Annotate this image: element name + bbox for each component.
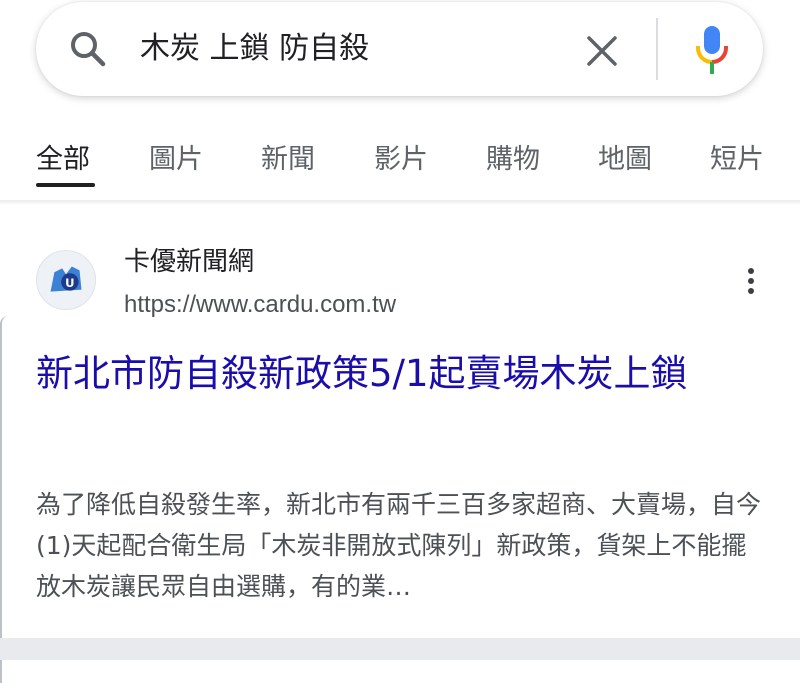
tab-news[interactable]: 新聞 — [261, 140, 315, 180]
search-divider — [656, 18, 658, 80]
result-separator — [0, 638, 800, 660]
active-tab-indicator — [36, 183, 95, 187]
tab-shorts[interactable]: 短片 — [710, 140, 764, 180]
tab-videos[interactable]: 影片 — [374, 140, 428, 180]
result-snippet: 為了降低自殺發生率，新北市有兩千三百多家超商、大賣場，自今(1)天起配合衛生局「… — [36, 490, 762, 601]
close-icon[interactable] — [580, 29, 624, 73]
tab-images[interactable]: 圖片 — [149, 140, 203, 180]
tab-shopping[interactable]: 購物 — [486, 140, 540, 180]
microphone-icon[interactable] — [690, 24, 734, 76]
tabs-divider — [0, 200, 800, 204]
more-vert-icon[interactable] — [736, 264, 766, 306]
tab-maps[interactable]: 地圖 — [598, 140, 652, 180]
search-tabs: 全部 圖片 新聞 影片 購物 地圖 短片 — [0, 140, 800, 188]
site-name[interactable]: 卡優新聞網 — [124, 244, 254, 280]
tab-all[interactable]: 全部 — [36, 140, 90, 180]
search-icon[interactable] — [68, 29, 108, 69]
result-card-edge — [0, 316, 8, 683]
search-input[interactable]: 木炭 上鎖 防自殺 — [140, 29, 369, 69]
search-bar[interactable]: 木炭 上鎖 防自殺 — [36, 2, 763, 96]
svg-text:U: U — [65, 276, 74, 290]
site-url[interactable]: https://www.cardu.com.tw — [124, 288, 396, 322]
result-title-link[interactable]: 新北市防自殺新政策5/1起賣場木炭上鎖 — [36, 346, 746, 402]
site-favicon: U — [36, 250, 96, 310]
